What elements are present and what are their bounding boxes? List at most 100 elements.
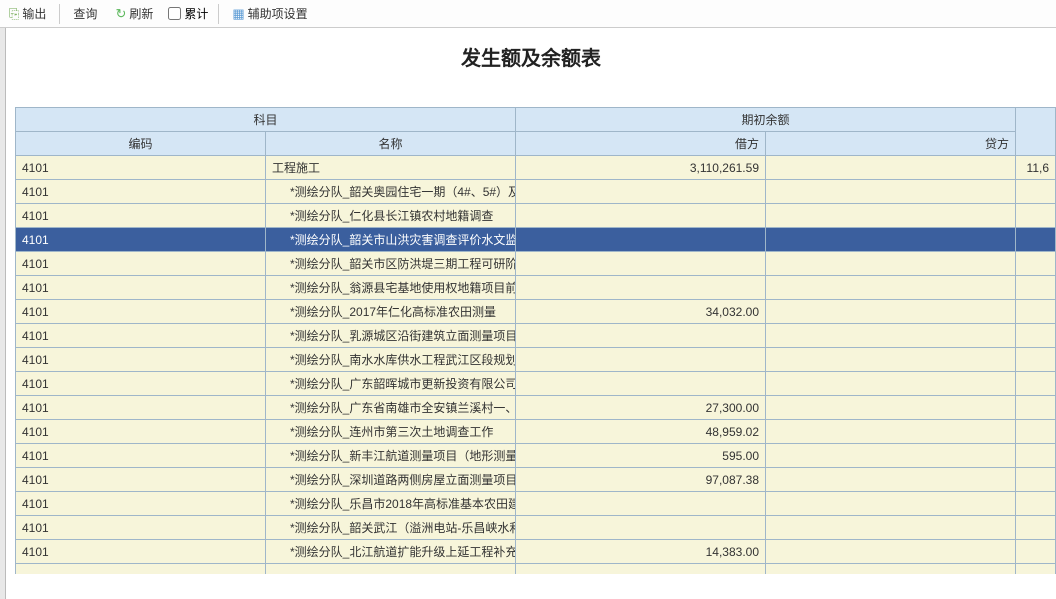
cumulative-checkbox[interactable] [168, 7, 181, 20]
table-row[interactable]: 4101*测绘分队_南水水库供水工程武江区段规划定桩测量及挖边沟服务项目 [16, 348, 1056, 372]
cell-code[interactable]: 4101 [16, 252, 266, 276]
cell-extra[interactable] [1016, 300, 1056, 324]
cell-extra[interactable] [1016, 204, 1056, 228]
cell-code[interactable]: 4101 [16, 204, 266, 228]
cell-extra[interactable] [1016, 372, 1056, 396]
table-row[interactable]: 4101*测绘分队_2017年仁化高标准农田测量34,032.00 [16, 300, 1056, 324]
cell-credit[interactable] [766, 228, 1016, 252]
cell-credit[interactable] [766, 444, 1016, 468]
cell-name[interactable]: *测绘分队_2017年仁化高标准农田测量 [266, 300, 516, 324]
cell-name[interactable]: *测绘分队_新丰江航道测量项目（地形测量）测量技术服务第一期工程 [266, 444, 516, 468]
cell-extra[interactable] [1016, 252, 1056, 276]
cell-debit[interactable]: 14,383.00 [516, 540, 766, 564]
cell-extra[interactable] [1016, 348, 1056, 372]
cell-code[interactable]: 4101 [16, 468, 266, 492]
cell-code[interactable]: 4101 [16, 180, 266, 204]
cell-code[interactable]: 4101 [16, 156, 266, 180]
cell-debit[interactable] [516, 276, 766, 300]
table-row[interactable]: 4101*测绘分队_韶关武江（溢洲电站-乐昌峡水利枢纽（66公里））河道调查项目 [16, 516, 1056, 540]
cell-code[interactable]: 4101 [16, 300, 266, 324]
cell-extra[interactable]: 11,6 [1016, 156, 1056, 180]
cell-credit[interactable] [766, 396, 1016, 420]
cell-credit[interactable] [766, 372, 1016, 396]
cell-name[interactable]: *测绘分队_北江航道扩能升级上延工程补充测量专题项目（工可研究阶段） [266, 540, 516, 564]
cell-extra[interactable] [1016, 492, 1056, 516]
table-row[interactable]: 4101工程施工3,110,261.59 11,6 [16, 156, 1056, 180]
cell-credit[interactable] [766, 492, 1016, 516]
table-row[interactable]: 4101*测绘分队_韶关奥园住宅一期（4#、5#）及商业6地块权籍调查测绘 [16, 180, 1056, 204]
cell-debit[interactable] [516, 564, 766, 574]
cell-extra[interactable] [1016, 276, 1056, 300]
cell-code[interactable]: 4101 [16, 348, 266, 372]
cell-debit[interactable] [516, 348, 766, 372]
table-row[interactable] [16, 564, 1056, 574]
cell-credit[interactable] [766, 180, 1016, 204]
cell-extra[interactable] [1016, 540, 1056, 564]
cell-code[interactable]: 4101 [16, 444, 266, 468]
cell-code[interactable]: 4101 [16, 492, 266, 516]
cell-code[interactable]: 4101 [16, 228, 266, 252]
cell-extra[interactable] [1016, 396, 1056, 420]
cell-extra[interactable] [1016, 180, 1056, 204]
cell-name[interactable]: *测绘分队_广东韶晖城市更新投资有限公司权籍调查测绘 [266, 372, 516, 396]
cell-name[interactable]: *测绘分队_翁源县宅基地使用权地籍项目前期勘测调查项目 [266, 276, 516, 300]
cell-debit[interactable] [516, 204, 766, 228]
cell-credit[interactable] [766, 204, 1016, 228]
cell-name[interactable]: 工程施工 [266, 156, 516, 180]
table-row[interactable]: 4101*测绘分队_仁化县长江镇农村地籍调查 [16, 204, 1056, 228]
cell-name[interactable]: *测绘分队_韶关市山洪灾害调查评价水文监测项目 [266, 228, 516, 252]
cell-code[interactable]: 4101 [16, 516, 266, 540]
cell-extra[interactable] [1016, 564, 1056, 574]
cell-name[interactable]: *测绘分队_韶关市区防洪堤三期工程可研阶段测量 [266, 252, 516, 276]
cell-debit[interactable] [516, 180, 766, 204]
cell-debit[interactable]: 34,032.00 [516, 300, 766, 324]
header-subject-group[interactable]: 科目 [16, 108, 516, 132]
cell-credit[interactable] [766, 300, 1016, 324]
cell-extra[interactable] [1016, 468, 1056, 492]
cell-name[interactable]: *测绘分队_乐昌市2018年高标准基本农田建设项目前期工作勘测项目 [266, 492, 516, 516]
cell-name[interactable]: *测绘分队_广东省南雄市全安镇兰溪村一、二组北侧山坡崩塌地质灾害治理项目 [266, 396, 516, 420]
cell-credit[interactable] [766, 156, 1016, 180]
cell-debit[interactable] [516, 372, 766, 396]
cell-name[interactable]: *测绘分队_南水水库供水工程武江区段规划定桩测量及挖边沟服务项目 [266, 348, 516, 372]
cell-debit[interactable]: 3,110,261.59 [516, 156, 766, 180]
cell-name[interactable]: *测绘分队_深圳道路两侧房屋立面测量项目 [266, 468, 516, 492]
refresh-button[interactable]: ↻ 刷新 [108, 2, 160, 25]
cell-credit[interactable] [766, 276, 1016, 300]
cell-credit[interactable] [766, 540, 1016, 564]
cell-debit[interactable]: 595.00 [516, 444, 766, 468]
export-button[interactable]: ⎘ 输出 [2, 2, 53, 25]
cell-name[interactable] [266, 564, 516, 574]
cell-code[interactable]: 4101 [16, 420, 266, 444]
cell-debit[interactable]: 27,300.00 [516, 396, 766, 420]
table-row[interactable]: 4101*测绘分队_深圳道路两侧房屋立面测量项目97,087.38 [16, 468, 1056, 492]
cell-debit[interactable] [516, 516, 766, 540]
table-row[interactable]: 4101*测绘分队_韶关市区防洪堤三期工程可研阶段测量 [16, 252, 1056, 276]
cell-code[interactable] [16, 564, 266, 574]
header-extra[interactable] [1016, 108, 1056, 156]
table-row[interactable]: 4101*测绘分队_乳源城区沿街建筑立面测量项目 [16, 324, 1056, 348]
header-debit[interactable]: 借方 [516, 132, 766, 156]
table-row[interactable]: 4101*测绘分队_翁源县宅基地使用权地籍项目前期勘测调查项目 [16, 276, 1056, 300]
cell-credit[interactable] [766, 516, 1016, 540]
cell-credit[interactable] [766, 252, 1016, 276]
cell-name[interactable]: *测绘分队_韶关奥园住宅一期（4#、5#）及商业6地块权籍调查测绘 [266, 180, 516, 204]
cell-debit[interactable] [516, 324, 766, 348]
header-credit[interactable]: 贷方 [766, 132, 1016, 156]
cell-name[interactable]: *测绘分队_连州市第三次土地调查工作 [266, 420, 516, 444]
cell-code[interactable]: 4101 [16, 372, 266, 396]
table-row[interactable]: 4101*测绘分队_连州市第三次土地调查工作48,959.02 [16, 420, 1056, 444]
table-row[interactable]: 4101*测绘分队_韶关市山洪灾害调查评价水文监测项目 [16, 228, 1056, 252]
cell-debit[interactable] [516, 252, 766, 276]
cell-credit[interactable] [766, 348, 1016, 372]
query-button[interactable]: 查询 [66, 2, 104, 25]
cell-credit[interactable] [766, 564, 1016, 574]
cell-extra[interactable] [1016, 420, 1056, 444]
cell-credit[interactable] [766, 468, 1016, 492]
header-name[interactable]: 名称 [266, 132, 516, 156]
cell-credit[interactable] [766, 324, 1016, 348]
cell-name[interactable]: *测绘分队_韶关武江（溢洲电站-乐昌峡水利枢纽（66公里））河道调查项目 [266, 516, 516, 540]
cell-code[interactable]: 4101 [16, 276, 266, 300]
cumulative-checkbox-wrap[interactable]: 累计 [164, 5, 212, 22]
cell-debit[interactable]: 48,959.02 [516, 420, 766, 444]
